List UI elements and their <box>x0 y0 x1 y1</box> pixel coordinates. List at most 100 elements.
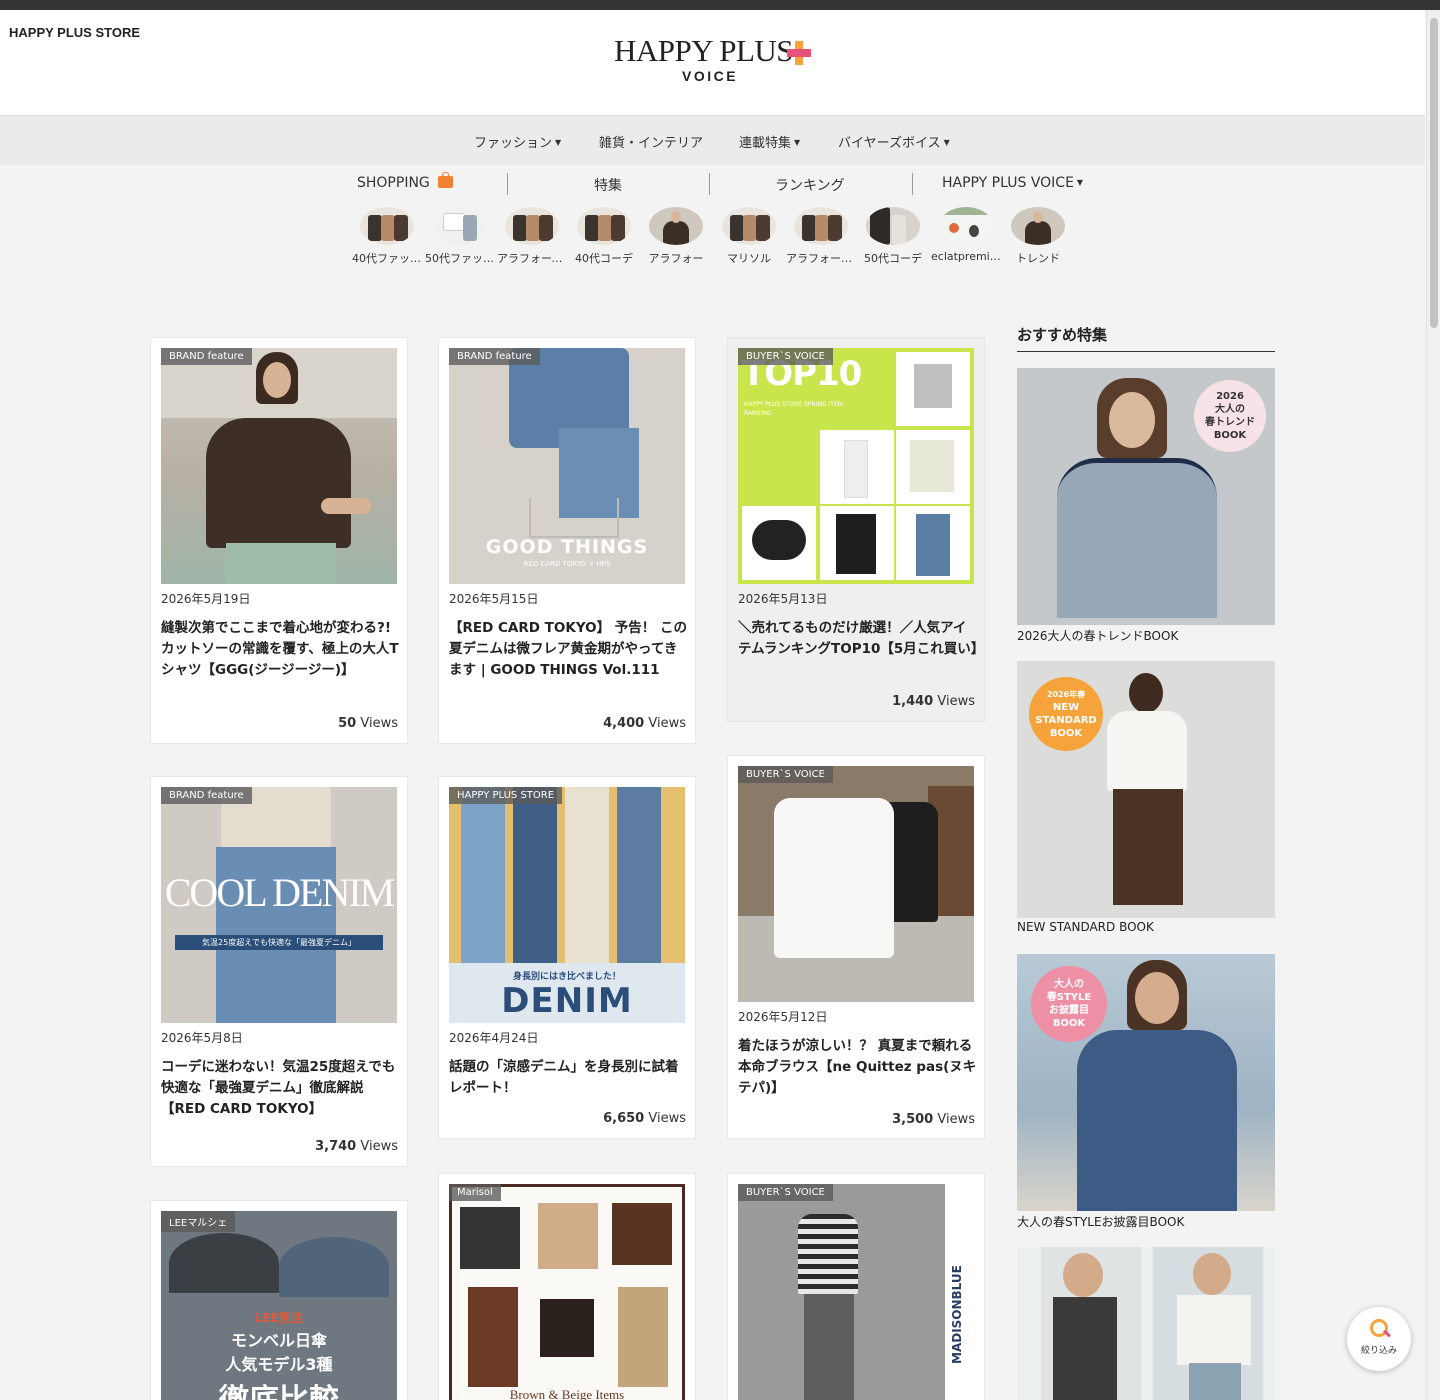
article-image: Brown & Beige Items <box>449 1184 685 1400</box>
logo-sub-text: VOICE <box>682 68 739 84</box>
article-title[interactable]: コーデに迷わない！気温25度超えでも快適な「最強夏デニム」徹底解説【RED CA… <box>161 1057 401 1120</box>
article-card[interactable]: COOL DENIM 気温25度超えでも快適な「最強夏デニム」 BRAND fe… <box>150 776 408 1167</box>
article-image: GOOD THINGS RED CARD TOKYO × HPS <box>449 348 685 584</box>
subnav-voice[interactable]: HAPPY PLUS VOICE ▼ <box>942 175 1083 191</box>
caret-down-icon: ▼ <box>943 138 950 147</box>
site-logo[interactable]: HAPPY PLUS VOICE <box>614 34 824 88</box>
tag-thumbnail <box>433 207 487 245</box>
article-title[interactable]: 【RED CARD TOKYO】 予告！ この夏デニムは微フレア黄金期がやってき… <box>449 618 689 681</box>
article-date: 2026年5月12日 <box>738 1010 828 1024</box>
view-count: 50 Views <box>338 716 398 731</box>
image-overlay-subtext: RED CARD TOKYO × HPS <box>523 560 611 568</box>
article-title[interactable]: 縫製次第でここまで着心地が変わる?! カットソーの常識を覆す、極上の大人Tシャツ… <box>161 618 401 681</box>
book-badge: 大人の 春STYLE お披露目 BOOK <box>1031 966 1107 1042</box>
featured-book-image: 大人の 春STYLE お披露目 BOOK <box>1017 954 1275 1211</box>
view-count: 3,500 Views <box>892 1112 975 1127</box>
site-header: HAPPY PLUS STORE HAPPY PLUS VOICE <box>0 10 1425 115</box>
image-overlay-text: COOL DENIM <box>164 870 396 915</box>
tag-thumbnail <box>577 207 631 245</box>
article-image: TOP10 HAPPY PLUS STORE SPRING ITEM RANKI… <box>738 348 974 584</box>
article-card[interactable]: GOOD THINGS RED CARD TOKYO × HPS BRAND f… <box>438 337 696 744</box>
book-badge: 2026 大人の 春トレンド BOOK <box>1194 380 1266 452</box>
image-overlay-text: Brown & Beige Items <box>509 1387 625 1400</box>
category-badge: BUYER`S VOICE <box>738 1184 833 1201</box>
top-border <box>0 0 1440 10</box>
caret-down-icon: ▼ <box>555 138 562 147</box>
tag-item[interactable]: アラフォーコーデ <box>786 207 856 266</box>
article-title[interactable]: 着たほうが涼しい！？ 真夏まで頼れる本命ブラウス【ne Quittez pas(… <box>738 1036 978 1099</box>
view-count: 3,740 Views <box>315 1139 398 1154</box>
image-overlay-text: 人気モデル3種 <box>225 1355 333 1374</box>
tag-thumbnail <box>794 207 848 245</box>
article-card[interactable]: Brown & Beige Items Marisol <box>438 1173 696 1400</box>
caret-down-icon: ▼ <box>1076 178 1084 187</box>
article-image: LEE別注 モンベル日傘 人気モデル3種 徹底比較 <box>161 1211 397 1400</box>
article-date: 2026年5月19日 <box>161 592 251 606</box>
image-overlay-text: GOOD THINGS <box>485 536 649 558</box>
image-overlay-subtext: 気温25度超えでも快適な「最強夏デニム」 <box>175 935 383 950</box>
featured-book-caption[interactable]: 大人の春STYLEお披露目BOOK <box>1017 1213 1275 1230</box>
store-link[interactable]: HAPPY PLUS STORE <box>9 25 140 40</box>
nav-item-goods-interior[interactable]: 雑貨・インテリア <box>599 132 703 151</box>
category-badge: HAPPY PLUS STORE <box>449 787 563 804</box>
subnav-feature[interactable]: 特集 <box>594 175 622 195</box>
category-badge: LEEマルシェ <box>161 1211 236 1232</box>
featured-book[interactable]: 大人の 春STYLE お披露目 BOOK 大人の春STYLEお披露目BOOK <box>1017 954 1275 1230</box>
tag-item[interactable]: eclatpremium <box>931 207 1001 263</box>
subnav-shopping[interactable]: SHOPPING <box>357 172 453 191</box>
tag-item[interactable]: アラフォー <box>641 207 711 266</box>
tag-item[interactable]: 50代ファッション <box>425 207 495 266</box>
scrollbar[interactable] <box>1426 10 1440 1400</box>
tag-thumbnail <box>649 207 703 245</box>
article-title[interactable]: 話題の「涼感デニム」を身長別に試着レポート！ <box>449 1057 689 1099</box>
article-title[interactable]: ＼売れてるものだけ厳選！／人気アイテムランキングTOP10【5月これ買い】 <box>738 618 984 660</box>
subnav-ranking[interactable]: ランキング <box>775 175 845 195</box>
tag-item[interactable]: マリソル <box>714 207 784 266</box>
article-card[interactable]: MADISONBLUE BUYER`S VOICE <box>727 1173 985 1400</box>
scrollbar-thumb[interactable] <box>1430 18 1438 328</box>
view-count: 6,650 Views <box>603 1111 686 1126</box>
category-badge: BRAND feature <box>449 348 540 365</box>
category-badge: BUYER`S VOICE <box>738 766 833 783</box>
image-overlay-text: LEE別注 <box>254 1311 304 1325</box>
tag-item[interactable]: 50代コーデ <box>858 207 928 266</box>
main-nav: ファッション ▼ 雑貨・インテリア 連載特集 ▼ バイヤーズボイス ▼ <box>0 115 1425 165</box>
nav-item-fashion[interactable]: ファッション ▼ <box>474 132 561 151</box>
article-card[interactable]: BRAND feature 2026年5月19日 縫製次第でここまで着心地が変わ… <box>150 337 408 744</box>
view-count: 4,400 Views <box>603 716 686 731</box>
featured-book-caption[interactable]: NEW STANDARD BOOK <box>1017 920 1275 934</box>
article-image: COOL DENIM 気温25度超えでも快適な「最強夏デニム」 <box>161 787 397 1023</box>
divider <box>912 173 913 195</box>
article-date: 2026年5月15日 <box>449 592 539 606</box>
featured-book[interactable]: 2026 大人の 春トレンド BOOK 2026大人の春トレンドBOOK <box>1017 368 1275 644</box>
tag-thumbnail <box>360 207 414 245</box>
tag-item[interactable]: トレンド <box>1003 207 1073 266</box>
image-overlay-text: MADISONBLUE <box>950 1265 964 1364</box>
image-overlay-text: 徹底比較 <box>161 1375 397 1400</box>
image-overlay-subtext: HAPPY PLUS STORE SPRING ITEM RANKING <box>744 401 843 417</box>
caret-down-icon: ▼ <box>794 138 801 147</box>
nav-item-series[interactable]: 連載特集 ▼ <box>739 132 800 151</box>
article-card[interactable]: TOP10 HAPPY PLUS STORE SPRING ITEM RANKI… <box>727 337 985 722</box>
article-image <box>738 766 974 1002</box>
article-image <box>161 348 397 584</box>
article-date: 2026年5月13日 <box>738 592 828 606</box>
featured-book-caption[interactable]: 2026大人の春トレンドBOOK <box>1017 627 1275 644</box>
tag-item[interactable]: アラフォーファッション <box>497 207 567 266</box>
view-count: 1,440 Views <box>892 694 975 709</box>
tag-thumbnail <box>939 207 993 245</box>
featured-book[interactable] <box>1017 1247 1275 1400</box>
featured-book[interactable]: 2026年春 NEW STANDARD BOOK NEW STANDARD BOOK <box>1017 661 1275 934</box>
category-badge: Marisol <box>449 1184 501 1201</box>
nav-item-buyers-voice[interactable]: バイヤーズボイス ▼ <box>838 132 950 151</box>
filter-search-button[interactable]: 絞り込み <box>1347 1307 1411 1371</box>
article-card[interactable]: BUYER`S VOICE 2026年5月12日 着たほうが涼しい！？ 真夏まで… <box>727 755 985 1139</box>
tag-item[interactable]: 40代ファッション <box>352 207 422 266</box>
article-image: 身長別にはき比べました！ DENIM <box>449 787 685 1023</box>
tag-item[interactable]: 40代コーデ <box>569 207 639 266</box>
divider <box>709 173 710 195</box>
sub-nav: SHOPPING 特集 ランキング HAPPY PLUS VOICE ▼ <box>0 165 1425 203</box>
article-card[interactable]: LEE別注 モンベル日傘 人気モデル3種 徹底比較 LEEマルシェ <box>150 1200 408 1400</box>
article-card[interactable]: 身長別にはき比べました！ DENIM HAPPY PLUS STORE 2026… <box>438 776 696 1139</box>
image-overlay-text: DENIM <box>501 981 633 1021</box>
